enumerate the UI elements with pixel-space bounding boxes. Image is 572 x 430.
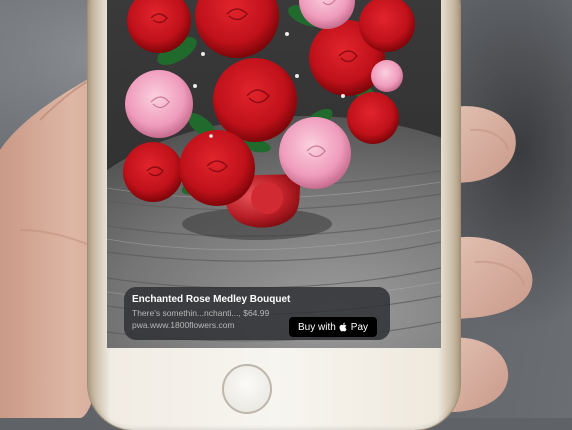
- apple-icon: [339, 322, 347, 332]
- merchant-url: pwa.www.1800flowers.com: [132, 320, 235, 330]
- home-button-icon[interactable]: [222, 364, 272, 414]
- buy-with-apple-pay-button[interactable]: Buy with Pay: [289, 317, 377, 337]
- apple-pay-banner: Enchanted Rose Medley Bouquet There's so…: [124, 287, 390, 340]
- pay-button-label-suffix: Pay: [350, 321, 369, 333]
- pay-button-label-prefix: Buy with: [297, 321, 336, 333]
- product-title: Enchanted Rose Medley Bouquet: [132, 294, 291, 305]
- ar-camera-view: Enchanted Rose Medley Bouquet There's so…: [107, 0, 441, 348]
- product-subtitle: There's somethin...nchanti..., $64.99: [132, 308, 270, 318]
